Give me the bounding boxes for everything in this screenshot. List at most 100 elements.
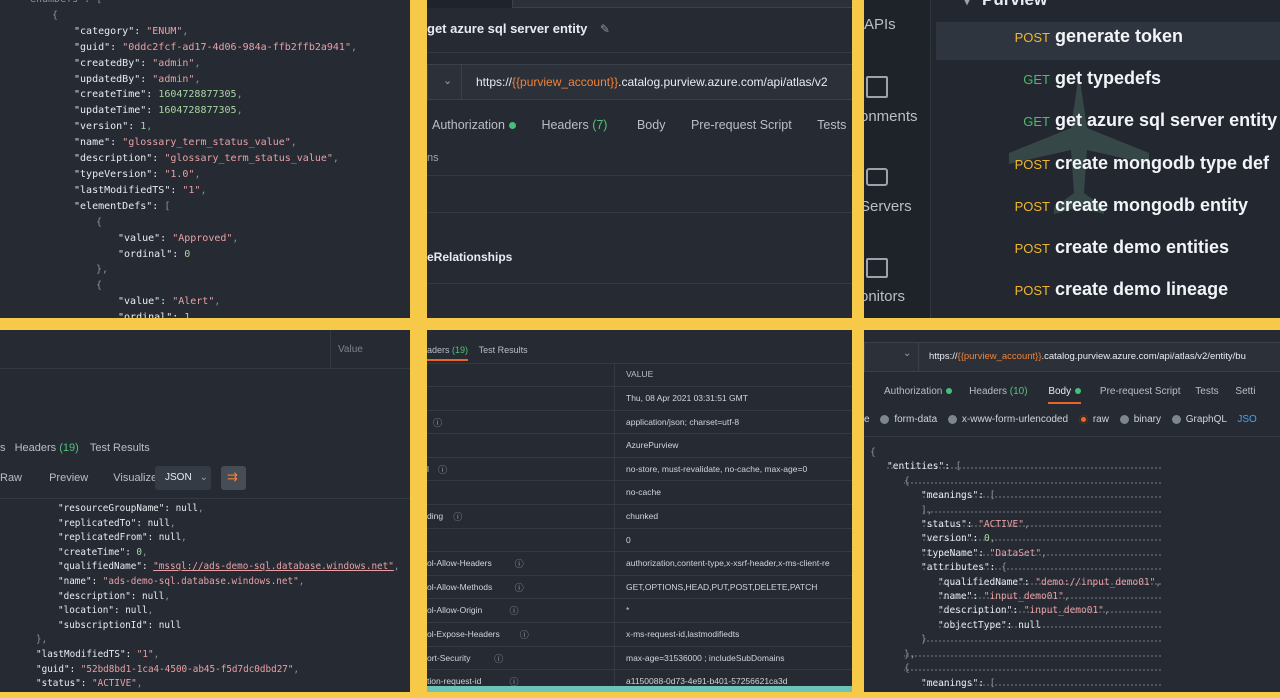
info-icon[interactable]: ⓘ: [520, 628, 529, 641]
request-name[interactable]: get azure sql server entity: [427, 21, 587, 36]
code-line: "ordinal": 1: [118, 312, 191, 318]
view-visualize[interactable]: Visualize: [113, 472, 157, 484]
header-value: chunked: [626, 510, 659, 521]
radio-icon: [1119, 414, 1129, 424]
table-row: 0: [427, 529, 852, 553]
tab-tests[interactable]: Tests: [1195, 386, 1218, 397]
sidebar-item-monitors[interactable]: onitors: [864, 288, 905, 305]
code-line: "createTime": 1604728877305,: [74, 89, 243, 101]
request-title-row: get azure sql server entity ✎: [427, 20, 610, 42]
request-tabs: Authorization Headers (7) Body Pre-reque…: [432, 118, 846, 132]
info-icon[interactable]: ⓘ: [438, 463, 447, 476]
tab-body[interactable]: Body: [637, 118, 666, 132]
request-item[interactable]: POST create demo entities: [1010, 237, 1277, 279]
code-line: "description": null,: [58, 590, 170, 602]
request-item[interactable]: GET get typedefs: [1010, 68, 1277, 110]
header-value: Thu, 08 Apr 2021 03:31:51 GMT: [626, 393, 748, 403]
tab-pre-request-script[interactable]: Pre-request Script: [691, 118, 792, 132]
language-select[interactable]: JSO: [1237, 414, 1256, 425]
divider: [427, 212, 852, 213]
info-icon[interactable]: ⓘ: [515, 557, 524, 570]
environments-icon: [866, 76, 888, 98]
header-value: max-age=31536000 ; includeSubDomains: [626, 652, 785, 663]
edit-pencil-icon[interactable]: ✎: [600, 22, 610, 36]
radio-urlencoded[interactable]: x-www-form-urlencoded: [947, 414, 1068, 425]
code-line: },: [96, 264, 109, 276]
request-item[interactable]: POST create mongodb type def: [1010, 153, 1277, 195]
wrap-lines-button[interactable]: ⇉: [221, 466, 246, 490]
view-preview[interactable]: Preview: [49, 472, 88, 484]
tab-test-results[interactable]: Test Results: [479, 345, 528, 355]
tab-body[interactable]: Body: [1048, 386, 1082, 404]
sidebar-nav: APIs onments Servers onitors: [864, 0, 931, 318]
tab-headers[interactable]: Headers (7): [541, 118, 607, 132]
code-line: "category": "ENUM",: [74, 25, 189, 37]
tab-settings[interactable]: Setti: [1235, 386, 1255, 397]
request-item[interactable]: POST create mongodb entity: [1010, 195, 1277, 237]
tab-test-results[interactable]: Test Results: [90, 442, 150, 454]
info-icon[interactable]: ⓘ: [453, 510, 462, 523]
code-line: ],: [870, 503, 1162, 519]
code-line: {: [870, 474, 1162, 490]
code-line: "status": "ACTIVE",: [36, 678, 143, 690]
info-icon[interactable]: ⓘ: [433, 416, 442, 429]
code-line: "version": 1,: [74, 121, 153, 133]
url-input[interactable]: https://{{purview_account}}.catalog.purv…: [918, 342, 1280, 372]
radio-form-data[interactable]: form-data: [880, 414, 937, 425]
request-list: POST generate token GET get typedefs GET get …: [1010, 26, 1278, 318]
radio-binary[interactable]: binary: [1119, 414, 1161, 425]
typedefs-json-panel: enumDefs": [{"category": "ENUM","guid": …: [0, 0, 410, 318]
collection-header[interactable]: ▾Purview: [964, 0, 1047, 10]
tab-headers[interactable]: aders (19): [427, 345, 469, 361]
code-line: "name": "input_demo01",: [870, 590, 1162, 605]
request-body-code[interactable]: {"entities": [{"meanings": [], "status": …: [870, 446, 1162, 691]
sidebar-item-environments[interactable]: onments: [864, 108, 918, 125]
radio-graphql[interactable]: GraphQL: [1171, 414, 1227, 425]
sidebar-item-apis[interactable]: APIs: [864, 16, 896, 33]
radio-raw[interactable]: raw: [1078, 414, 1109, 425]
code-line: }: [870, 633, 1162, 648]
code-line: "entities": [: [870, 460, 1162, 475]
divider: [0, 368, 410, 369]
code-line: "guid": "52bd8bd1-1ca4-4500-ab45-f5d7dc0…: [36, 663, 300, 675]
top-search-box[interactable]: [512, 0, 852, 8]
request-item[interactable]: POST generate token: [1010, 26, 1277, 68]
header-key: ort-Security: [427, 652, 471, 663]
code-line: "meanings": [: [870, 489, 1162, 504]
table-row: ol-Expose-Headers ⓘ x-ms-request-id,lastmo…: [427, 623, 852, 647]
tab-tests[interactable]: Tests: [817, 118, 846, 132]
table-row: ort-Security ⓘ max-age=31536000 ; includeS…: [427, 647, 852, 671]
table-row: no-cache: [427, 481, 852, 505]
tab-headers[interactable]: Headers (19): [15, 442, 79, 454]
tab-body[interactable]: s: [0, 442, 6, 454]
code-line: {: [96, 216, 103, 228]
header-value: application/json; charset=utf-8: [626, 416, 740, 427]
tab-authorization[interactable]: Authorization: [884, 386, 953, 397]
status-dot: [1075, 388, 1082, 395]
title-divider: [427, 52, 852, 53]
tab-pre-request-script[interactable]: Pre-request Script: [1100, 386, 1181, 397]
method-badge: POST: [1014, 283, 1050, 299]
sidebar-item-mock-servers[interactable]: Servers: [864, 198, 912, 215]
info-icon[interactable]: ⓘ: [510, 604, 519, 617]
info-icon[interactable]: ⓘ: [515, 581, 524, 594]
method-select[interactable]: ⌄: [864, 342, 920, 372]
body-type-options: e form-data x-www-form-urlencoded raw bi…: [864, 414, 1257, 425]
tab-authorization[interactable]: Authorization: [432, 118, 516, 132]
tab-headers[interactable]: Headers (10): [969, 386, 1027, 397]
method-select[interactable]: ⌄: [427, 64, 462, 100]
chevron-down-icon: ⌄: [443, 75, 453, 87]
header-key: ol-Expose-Headers: [427, 628, 500, 639]
request-item[interactable]: POST create demo lineage: [1010, 279, 1277, 318]
request-item[interactable]: GET get azure sql server entity: [1010, 110, 1277, 152]
code-line: {: [870, 447, 876, 458]
bottom-accent-bar: [427, 686, 852, 692]
format-select[interactable]: JSON ⌄: [155, 466, 211, 490]
view-raw[interactable]: Raw: [0, 466, 22, 484]
url-input[interactable]: https://{{purview_account}}.catalog.purv…: [461, 64, 852, 100]
code-line: "version": 0,: [870, 532, 1162, 547]
method-badge: POST: [1014, 240, 1050, 256]
response-json-code: "resourceGroupName": null, "replicatedTo"…: [14, 502, 399, 692]
info-icon[interactable]: ⓘ: [494, 652, 503, 665]
code-line: {: [96, 280, 103, 292]
